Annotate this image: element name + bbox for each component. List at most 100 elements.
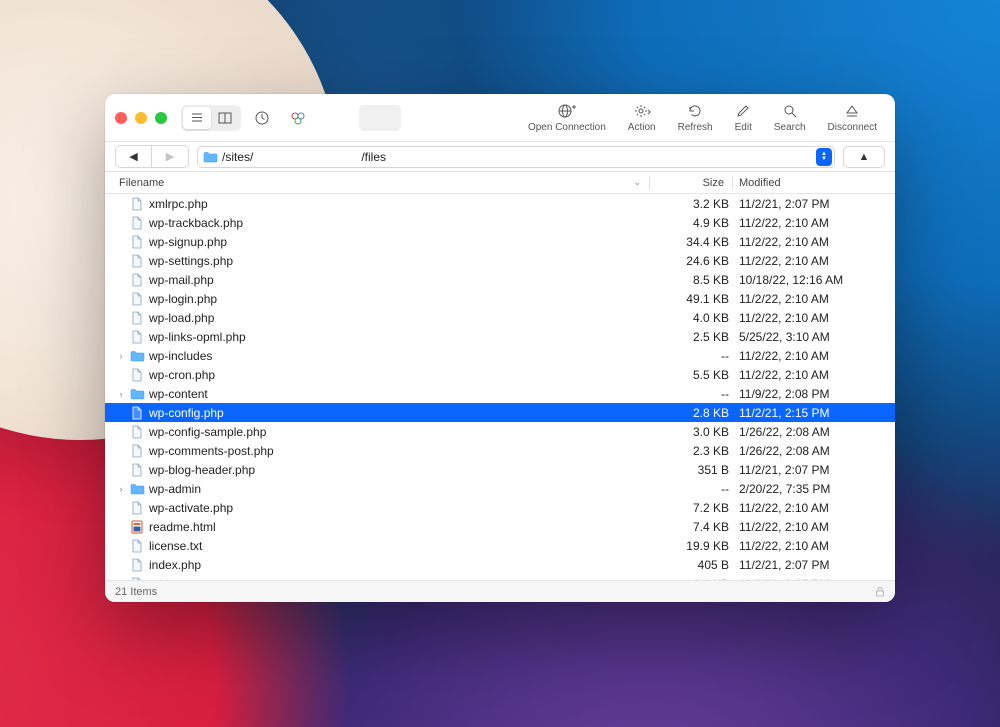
- go-up-button[interactable]: ▲: [843, 146, 885, 168]
- file-icon: [129, 405, 145, 421]
- file-row[interactable]: wp-trackback.php4.9 KB11/2/22, 2:10 AM: [105, 213, 895, 232]
- file-row[interactable]: wp-mail.php8.5 KB10/18/22, 12:16 AM: [105, 270, 895, 289]
- search-icon: [782, 102, 798, 120]
- file-modified: 11/2/22, 2:10 AM: [735, 216, 885, 230]
- file-row[interactable]: wp-load.php4.0 KB11/2/22, 2:10 AM: [105, 308, 895, 327]
- refresh-button[interactable]: Refresh: [670, 102, 721, 133]
- file-name: wp-links-opml.php: [149, 330, 657, 344]
- file-row[interactable]: wp-signup.php34.4 KB11/2/22, 2:10 AM: [105, 232, 895, 251]
- file-name: xmlrpc.php: [149, 197, 657, 211]
- file-modified: 11/2/22, 2:10 AM: [735, 235, 885, 249]
- globe-plus-icon: [557, 102, 577, 120]
- action-button[interactable]: Action: [620, 102, 664, 133]
- folder-icon: [129, 481, 145, 497]
- file-icon: [129, 424, 145, 440]
- search-button[interactable]: Search: [766, 102, 814, 133]
- file-row[interactable]: wp-login.php49.1 KB11/2/22, 2:10 AM: [105, 289, 895, 308]
- file-row[interactable]: readme.html7.4 KB11/2/22, 2:10 AM: [105, 517, 895, 536]
- file-row[interactable]: ›wp-admin--2/20/22, 7:35 PM: [105, 479, 895, 498]
- file-row[interactable]: ›wp-content--11/9/22, 2:08 PM: [105, 384, 895, 403]
- column-filename[interactable]: Filename ⌄: [115, 177, 647, 189]
- file-name: license.txt: [149, 539, 657, 553]
- file-modified: 11/2/22, 2:10 AM: [735, 539, 885, 553]
- open-connection-button[interactable]: Open Connection: [520, 102, 614, 133]
- file-row[interactable]: license.txt19.9 KB11/2/22, 2:10 AM: [105, 536, 895, 555]
- file-listing[interactable]: xmlrpc.php3.2 KB11/2/21, 2:07 PMwp-track…: [105, 194, 895, 580]
- file-size: 5.5 KB: [657, 368, 735, 382]
- gear-icon: [633, 102, 651, 120]
- file-modified: 11/2/22, 2:10 AM: [735, 254, 885, 268]
- file-size: 351 B: [657, 463, 735, 477]
- item-count: 21 Items: [115, 586, 157, 598]
- zoom-window-button[interactable]: [155, 112, 167, 124]
- file-size: 49.1 KB: [657, 292, 735, 306]
- file-size: 8.5 KB: [657, 273, 735, 287]
- minimize-window-button[interactable]: [135, 112, 147, 124]
- file-name: wp-config.php: [149, 406, 657, 420]
- file-size: --: [657, 387, 735, 401]
- column-size[interactable]: Size: [652, 177, 730, 189]
- file-icon: [129, 557, 145, 573]
- file-row[interactable]: xmlrpc.php3.2 KB11/2/21, 2:07 PM: [105, 194, 895, 213]
- file-name: wp-signup.php: [149, 235, 657, 249]
- file-size: 24.6 KB: [657, 254, 735, 268]
- file-row[interactable]: wp-links-opml.php2.5 KB5/25/22, 3:10 AM: [105, 327, 895, 346]
- disclosure-triangle[interactable]: ›: [115, 351, 127, 361]
- file-row[interactable]: wp-config.php2.8 KB11/2/21, 2:15 PM: [105, 403, 895, 422]
- column-headers: Filename ⌄ Size Modified: [105, 172, 895, 194]
- status-bar: 21 Items: [105, 580, 895, 602]
- file-row[interactable]: wp-settings.php24.6 KB11/2/22, 2:10 AM: [105, 251, 895, 270]
- bookmarks-button[interactable]: [283, 105, 313, 131]
- view-mode-segmented[interactable]: [181, 105, 241, 131]
- file-name: index.php: [149, 558, 657, 572]
- file-name: wp-includes: [149, 349, 657, 363]
- file-row[interactable]: wp-comments-post.php2.3 KB1/26/22, 2:08 …: [105, 441, 895, 460]
- file-icon: [129, 500, 145, 516]
- file-icon: [129, 329, 145, 345]
- path-dropdown[interactable]: /sites/ /files ▲▼: [197, 146, 835, 168]
- view-list-button[interactable]: [183, 107, 211, 129]
- path-bar: ◀ ▶ /sites/ /files ▲▼ ▲: [105, 142, 895, 172]
- file-name: wp-blog-header.php: [149, 463, 657, 477]
- view-column-button[interactable]: [211, 107, 239, 129]
- nav-back-button[interactable]: ◀: [116, 146, 152, 167]
- file-icon: [129, 519, 145, 535]
- file-name: wp-settings.php: [149, 254, 657, 268]
- quick-connect-placeholder[interactable]: [359, 105, 401, 131]
- file-icon: [129, 196, 145, 212]
- disclosure-triangle[interactable]: ›: [115, 484, 127, 494]
- file-name: wp-cron.php: [149, 368, 657, 382]
- file-row[interactable]: wp-config-sample.php3.0 KB1/26/22, 2:08 …: [105, 422, 895, 441]
- path-prefix: /sites/: [222, 150, 253, 164]
- file-row[interactable]: wp-blog-header.php351 B11/2/21, 2:07 PM: [105, 460, 895, 479]
- file-icon: [129, 234, 145, 250]
- disclosure-triangle[interactable]: ›: [115, 389, 127, 399]
- file-icon: [129, 443, 145, 459]
- column-modified[interactable]: Modified: [735, 177, 885, 189]
- nav-forward-button[interactable]: ▶: [152, 146, 188, 167]
- file-row[interactable]: wp-activate.php7.2 KB11/2/22, 2:10 AM: [105, 498, 895, 517]
- file-modified: 11/2/22, 2:10 AM: [735, 292, 885, 306]
- file-modified: 11/2/21, 2:07 PM: [735, 463, 885, 477]
- file-row[interactable]: index.php405 B11/2/21, 2:07 PM: [105, 555, 895, 574]
- file-row[interactable]: ›wp-includes--11/2/22, 2:10 AM: [105, 346, 895, 365]
- file-icon: [129, 367, 145, 383]
- folder-icon: [129, 348, 145, 364]
- edit-button[interactable]: Edit: [727, 102, 760, 133]
- file-modified: 11/2/21, 2:15 PM: [735, 406, 885, 420]
- file-size: 2.8 KB: [657, 406, 735, 420]
- file-icon: [129, 272, 145, 288]
- file-modified: 11/9/22, 2:08 PM: [735, 387, 885, 401]
- file-modified: 11/2/21, 2:07 PM: [735, 558, 885, 572]
- file-icon: [129, 253, 145, 269]
- file-row[interactable]: wp-cron.php5.5 KB11/2/22, 2:10 AM: [105, 365, 895, 384]
- file-name: readme.html: [149, 520, 657, 534]
- file-name: wp-admin: [149, 482, 657, 496]
- disconnect-button[interactable]: Disconnect: [820, 102, 885, 133]
- file-size: 4.9 KB: [657, 216, 735, 230]
- close-window-button[interactable]: [115, 112, 127, 124]
- file-size: 3.2 KB: [657, 197, 735, 211]
- path-stepper-icon: ▲▼: [816, 148, 832, 166]
- history-button[interactable]: [247, 105, 277, 131]
- file-modified: 11/2/22, 2:10 AM: [735, 349, 885, 363]
